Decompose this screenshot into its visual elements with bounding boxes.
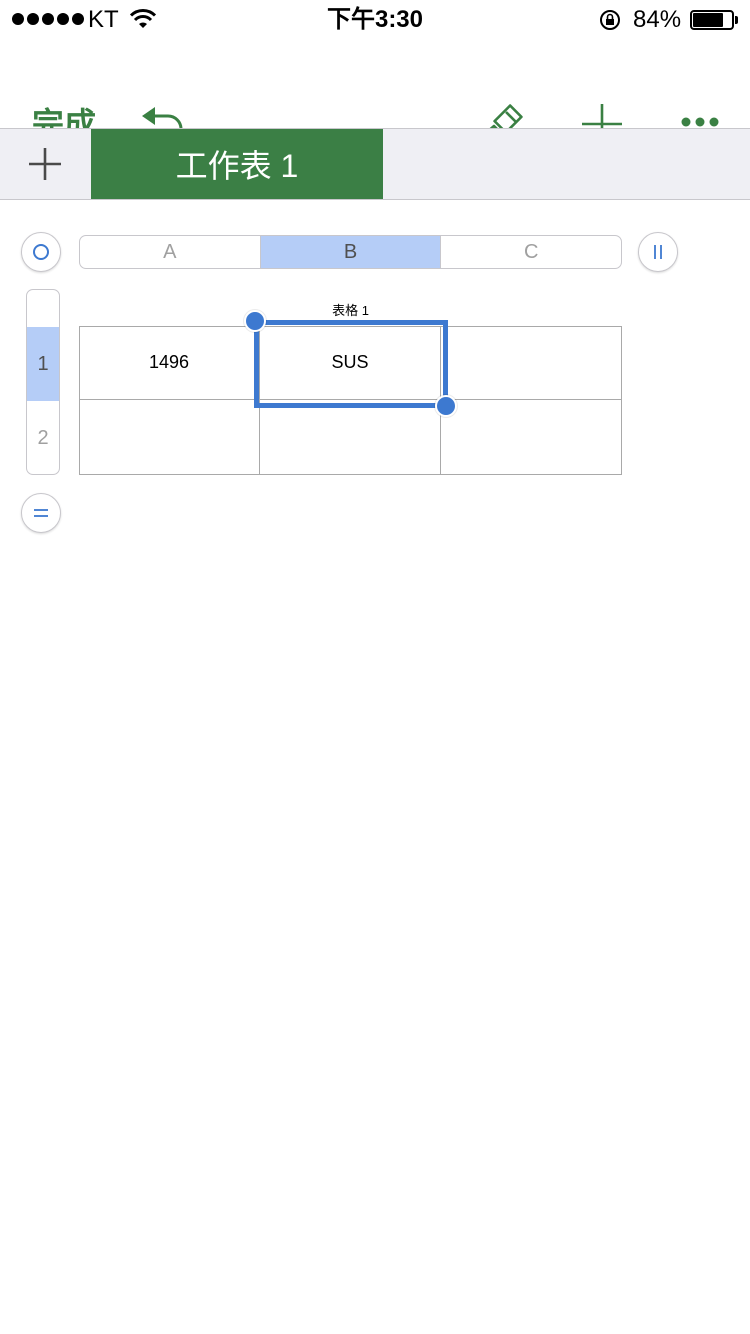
column-header-b[interactable]: B [260,236,442,268]
status-bar: KT 下午3:30 84% [0,0,750,40]
select-table-button[interactable] [21,232,61,272]
cell-b1[interactable]: SUS [260,326,441,400]
add-sheet-button[interactable] [0,129,90,199]
add-column-button[interactable] [638,232,678,272]
selection-handle-top-left[interactable] [244,310,266,332]
columns-icon [654,245,662,259]
table-grid: 1496 SUS [79,326,622,475]
tab-sheet-1[interactable]: 工作表 1 [91,129,383,199]
toolbar: 完成 [0,40,750,148]
circle-icon [33,244,49,260]
rotation-lock-icon [600,10,620,30]
cell-a2[interactable] [79,400,260,475]
column-header-bar: A B C [79,235,622,269]
table-title[interactable]: 表格 1 [79,300,622,319]
cell-a1[interactable]: 1496 [79,326,260,400]
cell-c1[interactable] [441,326,622,400]
rows-icon [34,509,48,517]
cell-c2[interactable] [441,400,622,475]
battery-percent: 84% [633,6,682,33]
more-icon[interactable] [680,116,720,128]
column-header-c[interactable]: C [441,236,621,268]
battery-tip [735,16,738,24]
cell-b2[interactable] [260,400,441,475]
selection-handle-bottom-right[interactable] [435,395,457,417]
row-header-1[interactable]: 1 [27,327,59,401]
column-header-a[interactable]: A [80,236,261,268]
row-header-2[interactable]: 2 [27,401,59,474]
plus-icon [29,148,61,180]
add-row-button[interactable] [21,493,61,533]
row-header-bar: 1 2 [26,289,60,475]
battery-level [693,13,723,27]
